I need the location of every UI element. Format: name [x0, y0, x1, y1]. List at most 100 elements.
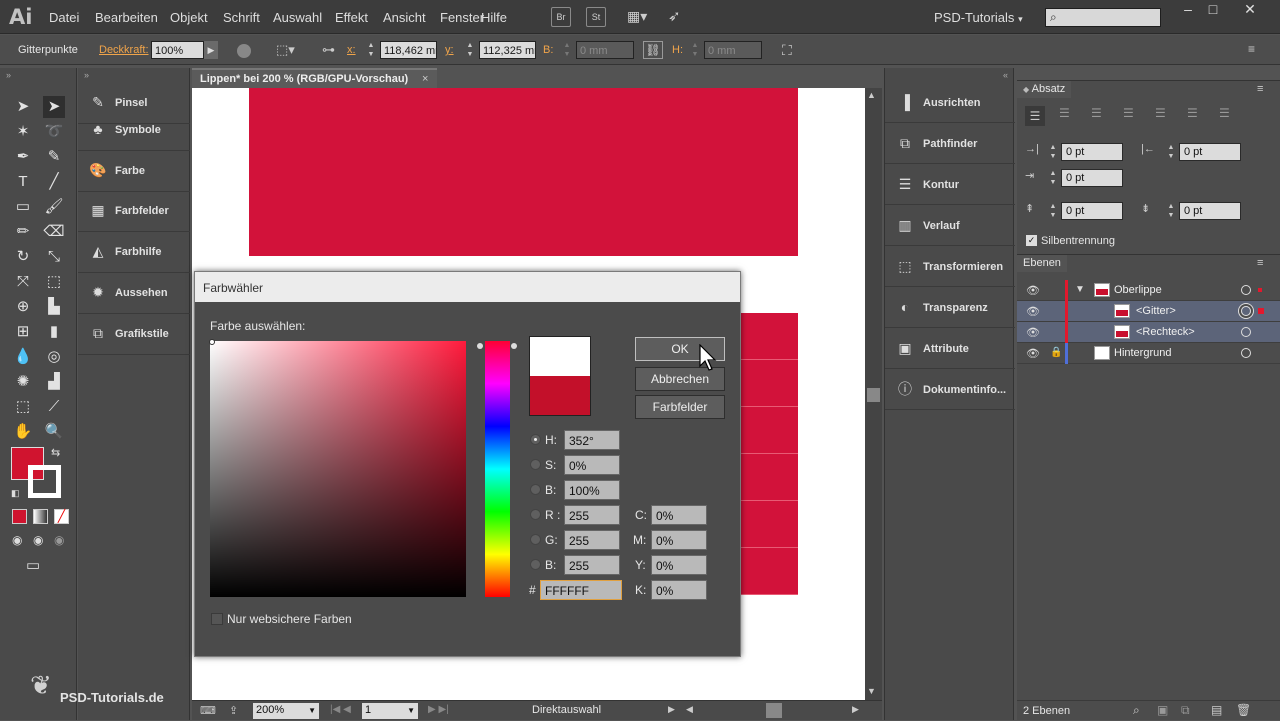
first-line-spinner[interactable]: ▲ ▼	[1048, 169, 1058, 187]
align-center-icon[interactable]: ☰	[1059, 106, 1070, 120]
arrange-documents-icon[interactable]: ▦▾	[627, 8, 655, 26]
share-icon[interactable]: ⇪	[229, 704, 238, 717]
target-icon[interactable]	[1241, 348, 1251, 358]
menu-fenster[interactable]: Fenster	[440, 10, 484, 25]
swatches-button[interactable]: Farbfelder	[635, 395, 725, 419]
green-field[interactable]: 255	[564, 530, 620, 550]
last-artboard-icon[interactable]: ▶ ▶|	[428, 704, 449, 715]
y-spinner[interactable]: ▲ ▼	[465, 41, 475, 59]
eraser-tool-icon[interactable]: ⌫	[43, 221, 65, 243]
none-mode-icon[interactable]: ╱	[54, 509, 69, 524]
original-color-preview[interactable]	[529, 376, 591, 416]
left-indent-field[interactable]: 0 pt	[1061, 143, 1123, 161]
panel-kontur[interactable]: ☰ Kontur	[885, 164, 1015, 205]
mesh-tool-icon[interactable]: ⊞	[12, 321, 34, 343]
brightness-field[interactable]: 100%	[564, 480, 620, 500]
eye-icon[interactable]: 👁	[1026, 326, 1040, 339]
panel-transformieren[interactable]: ⬚ Transformieren	[885, 246, 1015, 287]
menu-effekt[interactable]: Effekt	[335, 10, 368, 25]
scroll-up-icon[interactable]: ▲	[867, 90, 876, 100]
menu-hilfe[interactable]: Hilfe	[481, 10, 507, 25]
rectangle-tool-icon[interactable]: ▭	[12, 196, 34, 218]
hex-field[interactable]: FFFFFF	[540, 580, 622, 600]
x-field[interactable]: 118,462 mm	[380, 41, 437, 59]
workspace-switcher[interactable]: PSD-Tutorials ▾	[934, 10, 1023, 25]
menu-bearbeiten[interactable]: Bearbeiten	[95, 10, 158, 25]
first-line-field[interactable]: 0 pt	[1061, 169, 1123, 187]
justify-center-icon[interactable]: ☰	[1155, 106, 1166, 120]
recolor-icon[interactable]	[237, 44, 251, 58]
blue-field[interactable]: 255	[564, 555, 620, 575]
collapse-icon[interactable]: »	[6, 70, 11, 80]
radio-brightness[interactable]	[530, 484, 541, 495]
scroll-right-icon[interactable]: ▶	[852, 704, 859, 715]
rotate-tool-icon[interactable]: ↻	[12, 246, 34, 268]
lasso-tool-icon[interactable]: ➰	[43, 121, 65, 143]
draw-inside-icon[interactable]: ◉	[54, 533, 64, 547]
selection-indicator[interactable]	[1258, 308, 1264, 314]
black-field[interactable]: 0%	[651, 580, 707, 600]
radio-green[interactable]	[530, 534, 541, 545]
layer-name[interactable]: Hintergrund	[1114, 347, 1171, 359]
blend-tool-icon[interactable]: ◎	[43, 346, 65, 368]
panel-dokumentinfo[interactable]: ⓘ Dokumentinfo...	[885, 369, 1015, 410]
color-field[interactable]	[210, 341, 466, 597]
width-spinner[interactable]: ▲ ▼	[562, 41, 572, 59]
locate-object-icon[interactable]: ⌕	[1133, 703, 1140, 718]
scroll-left-icon[interactable]: ◀	[686, 704, 693, 715]
zoom-tool-icon[interactable]: 🔍	[43, 421, 65, 443]
radio-red[interactable]	[530, 509, 541, 520]
height-spinner[interactable]: ▲ ▼	[690, 41, 700, 59]
type-tool-icon[interactable]: T	[12, 171, 34, 193]
new-layer-icon[interactable]: ▤	[1211, 703, 1222, 717]
space-before-spinner[interactable]: ▲ ▼	[1048, 202, 1058, 220]
color-field-cursor[interactable]	[209, 339, 215, 345]
stock-button[interactable]: St	[586, 7, 606, 27]
clipping-mask-icon[interactable]: ▣	[1157, 703, 1168, 717]
eye-icon[interactable]: 👁	[1026, 305, 1040, 318]
draw-behind-icon[interactable]: ◉	[33, 533, 43, 547]
link-icon[interactable]: ⛓	[643, 41, 663, 59]
layer-name[interactable]: <Rechteck>	[1136, 326, 1195, 338]
draw-normal-icon[interactable]: ◉	[12, 533, 22, 547]
curvature-tool-icon[interactable]: ✎	[43, 146, 65, 168]
scale-tool-icon[interactable]: ⤡	[43, 246, 65, 268]
y-field[interactable]: 112,325 mm	[479, 41, 536, 59]
hue-slider[interactable]	[485, 341, 510, 597]
expand-arrow-icon[interactable]: ▼	[1075, 284, 1085, 295]
line-tool-icon[interactable]: ╱	[43, 171, 65, 193]
layer-name[interactable]: Oberlippe	[1114, 284, 1162, 296]
panel-symbole[interactable]: ♣ Symbole	[78, 111, 190, 151]
justify-left-icon[interactable]: ☰	[1123, 106, 1134, 120]
gradient-tool-icon[interactable]: ▮	[43, 321, 65, 343]
swap-colors-icon[interactable]: ⇆	[51, 446, 60, 459]
artboard-nav-icon[interactable]: ⌨	[200, 704, 216, 717]
hyphenation-checkbox[interactable]: ✓	[1026, 235, 1037, 246]
collapse-dock-icon[interactable]: «	[1003, 70, 1008, 80]
symbol-sprayer-tool-icon[interactable]: ✺	[12, 371, 34, 393]
radio-hue[interactable]	[530, 434, 541, 445]
opacity-arrow-icon[interactable]: ▶	[204, 41, 218, 59]
default-colors-icon[interactable]: ◧	[11, 488, 20, 499]
panel-aussehen[interactable]: ✹ Aussehen	[78, 274, 190, 314]
search-input[interactable]: ⌕	[1045, 8, 1161, 27]
tab-ebenen[interactable]: Ebenen	[1017, 255, 1067, 272]
eye-icon[interactable]: 👁	[1026, 347, 1040, 360]
delete-layer-icon[interactable]: 🗑	[1236, 703, 1251, 717]
screen-mode-icon[interactable]: ▭	[26, 556, 40, 574]
layer-name[interactable]: <Gitter>	[1136, 305, 1176, 317]
menu-ansicht[interactable]: Ansicht	[383, 10, 426, 25]
isolate-icon[interactable]: ⛶	[782, 42, 792, 59]
panel-verlauf[interactable]: ▥ Verlauf	[885, 205, 1015, 246]
scroll-thumb[interactable]	[867, 388, 880, 402]
align-left-icon[interactable]: ☰	[1025, 106, 1045, 126]
stroke-color-swatch[interactable]	[28, 465, 61, 498]
space-after-field[interactable]: 0 pt	[1179, 202, 1241, 220]
layers-menu-icon[interactable]: ≡	[1257, 257, 1263, 269]
space-after-spinner[interactable]: ▲ ▼	[1166, 202, 1176, 220]
align-right-icon[interactable]: ☰	[1091, 106, 1102, 120]
new-sublayer-icon[interactable]: ⧉	[1181, 703, 1190, 718]
menu-schrift[interactable]: Schrift	[223, 10, 260, 25]
scroll-down-icon[interactable]: ▼	[867, 686, 876, 696]
maximize-button[interactable]: □	[1201, 2, 1225, 18]
